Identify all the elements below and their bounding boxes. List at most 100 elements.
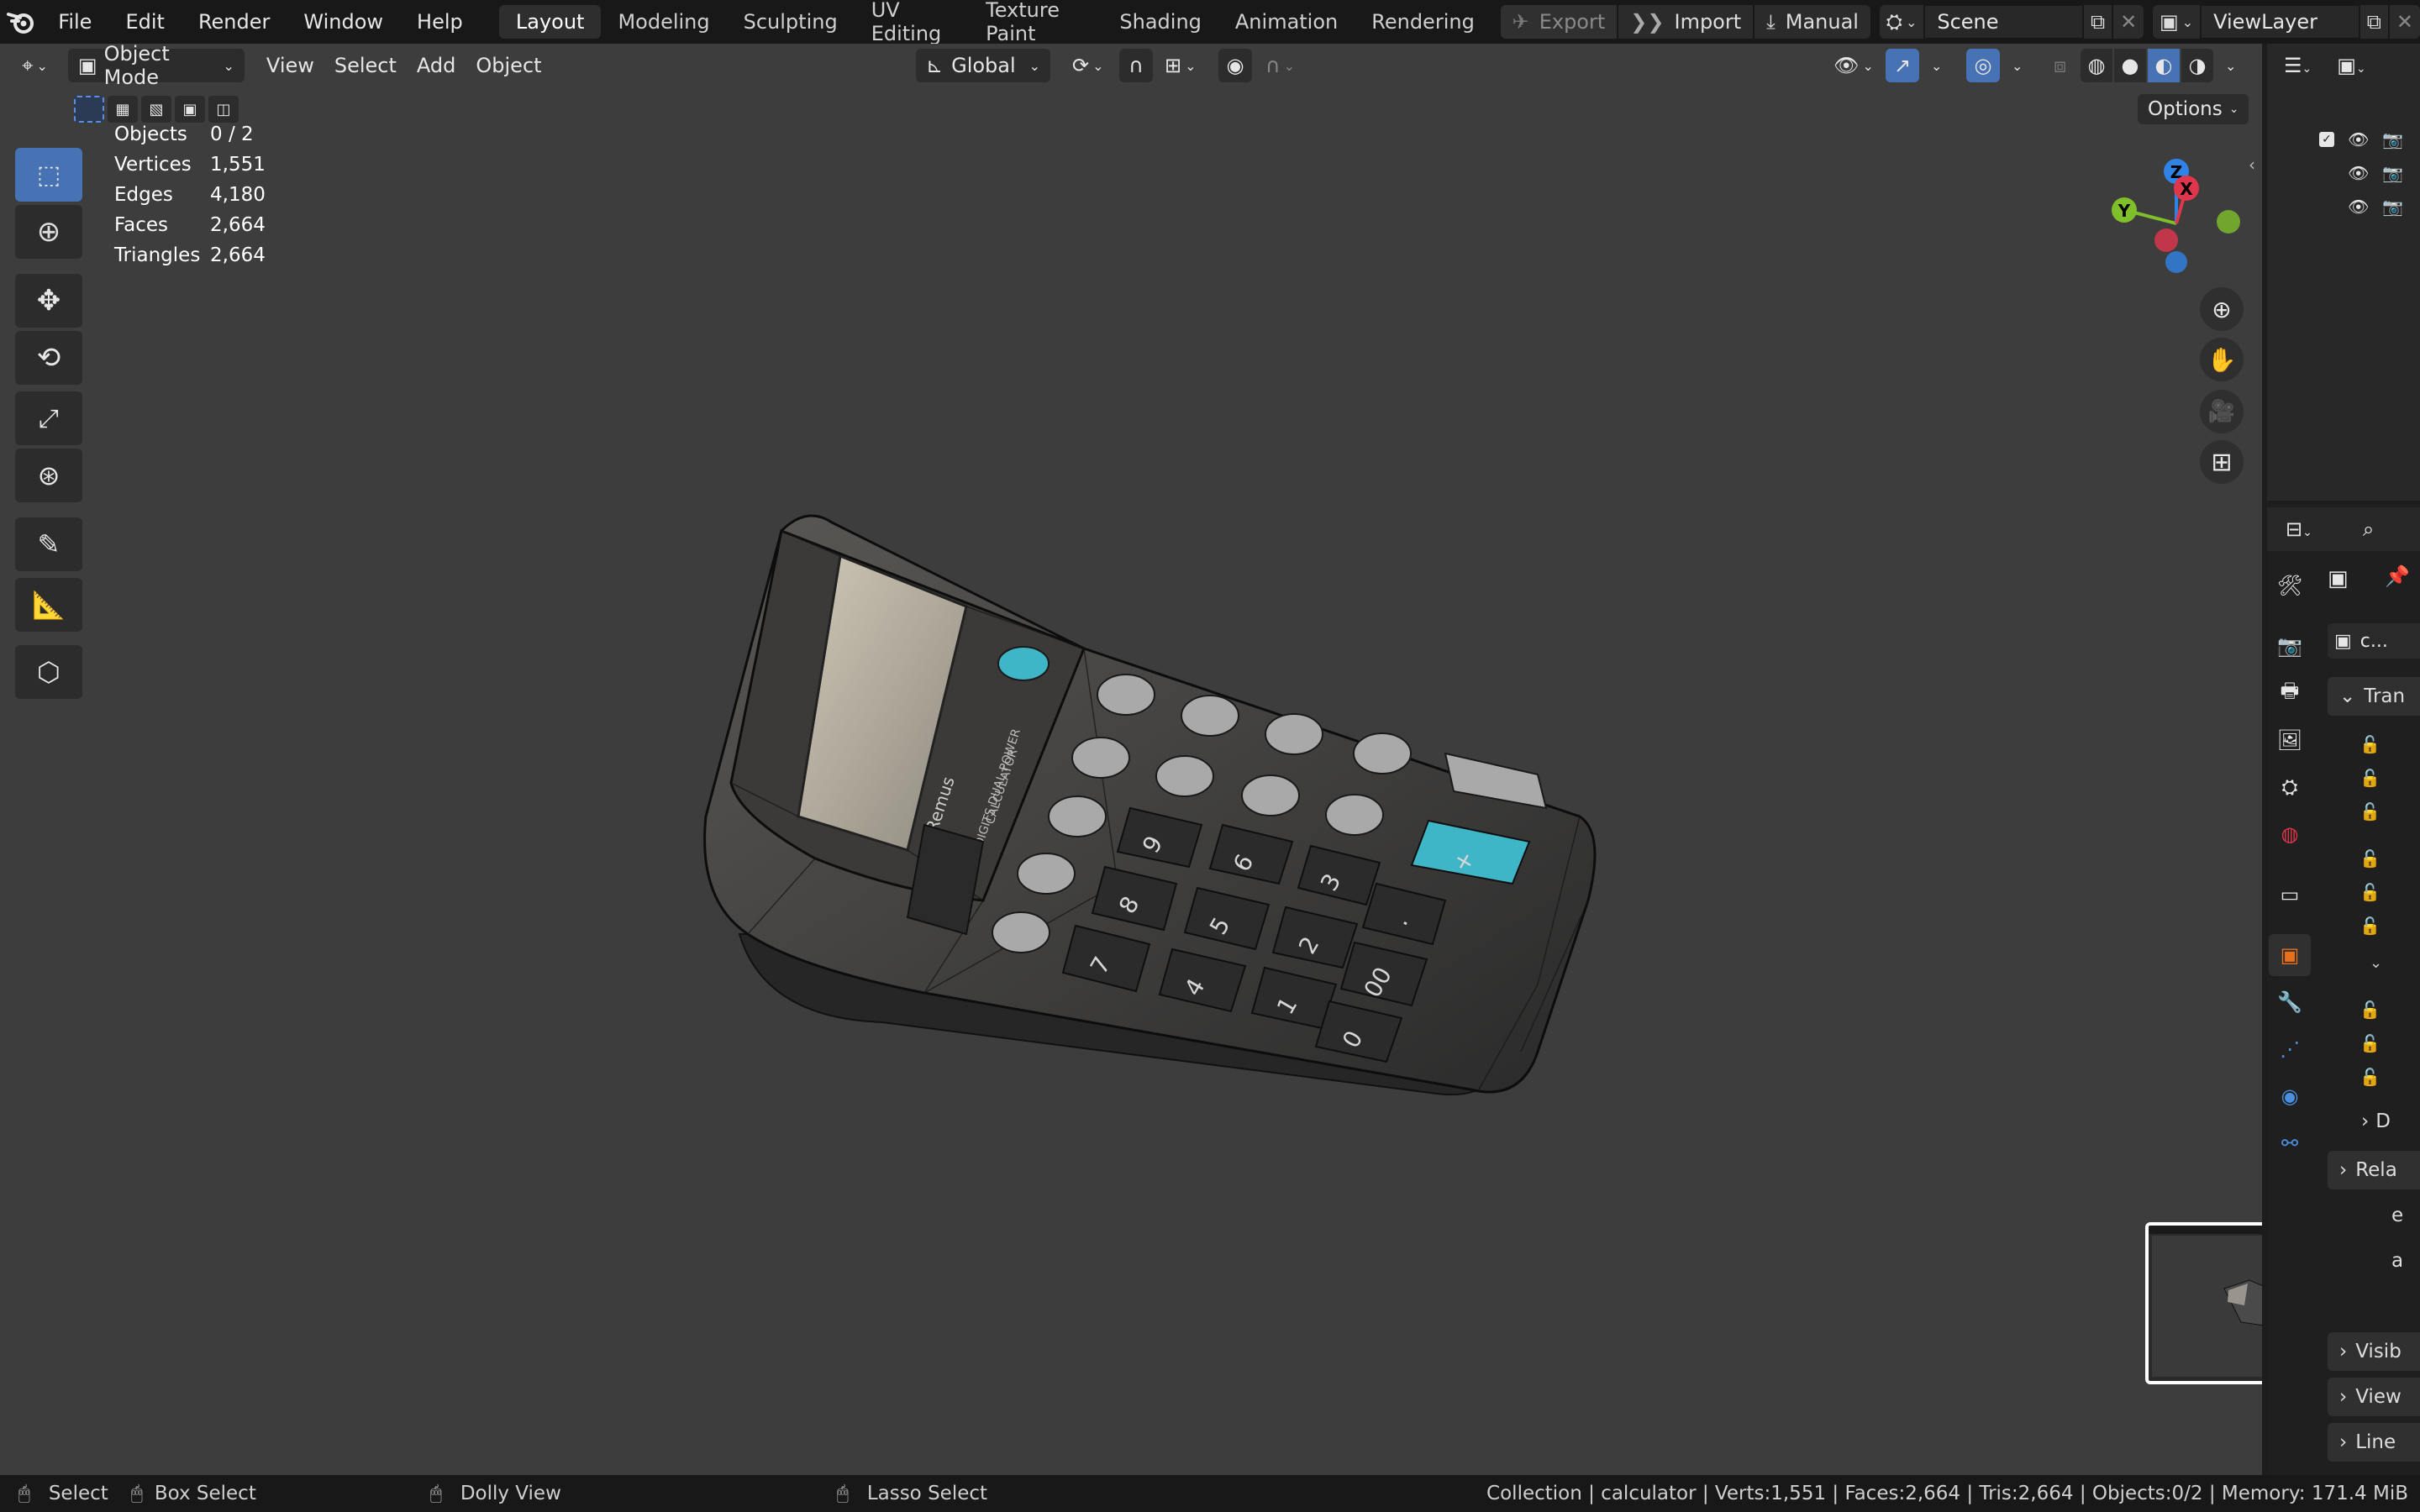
- pin-icon[interactable]: 📌: [2385, 564, 2410, 588]
- blender-logo-icon[interactable]: [0, 0, 41, 44]
- editor-type-button[interactable]: ⊟⌄: [2286, 517, 2312, 541]
- snap-toggle[interactable]: ∩: [1119, 49, 1153, 82]
- viewport-display-section-header[interactable]: › View: [2328, 1378, 2420, 1416]
- lock-icon[interactable]: 🔓: [2360, 801, 2381, 822]
- overlays-dropdown[interactable]: ⌄: [2002, 49, 2033, 82]
- tab-animation[interactable]: Animation: [1218, 5, 1355, 39]
- eye-icon[interactable]: 👁: [2348, 129, 2369, 150]
- lock-icon[interactable]: 🔓: [2360, 848, 2381, 869]
- tab-uv-editing[interactable]: UV Editing: [855, 0, 969, 45]
- tab-output[interactable]: 🖶: [2269, 672, 2311, 714]
- transform-section-header[interactable]: ⌄ Tran: [2328, 677, 2420, 716]
- mode-dropdown[interactable]: ▣ Object Mode ⌄: [67, 44, 245, 89]
- tab-sculpting[interactable]: Sculpting: [727, 5, 855, 39]
- camera-icon[interactable]: 📷: [2382, 197, 2403, 217]
- tab-world[interactable]: ◍: [2269, 813, 2311, 855]
- lock-icon[interactable]: 🔓: [2360, 1033, 2381, 1053]
- transform-tool[interactable]: ⊛: [15, 449, 82, 502]
- 3d-viewport[interactable]: ⌖ ⌄ ▣ Object Mode ⌄ View Select Add Objec…: [0, 44, 2262, 1475]
- manual-button[interactable]: ⤓ Manual: [1754, 5, 1870, 39]
- tab-physics[interactable]: ◉: [2269, 1075, 2311, 1117]
- mode-toggle[interactable]: ⌄: [2370, 954, 2382, 972]
- move-tool[interactable]: ✥: [15, 274, 82, 328]
- menu-add[interactable]: Add: [407, 49, 466, 82]
- tab-constraints[interactable]: ⚯: [2269, 1122, 2311, 1164]
- tab-layout[interactable]: Layout: [498, 5, 602, 39]
- neg-y-axis-handle[interactable]: [2217, 210, 2240, 234]
- tab-object[interactable]: ▣: [2269, 934, 2311, 976]
- zoom-button[interactable]: ⊕: [2200, 287, 2244, 331]
- gizmo-dropdown[interactable]: ⌄: [1921, 49, 1952, 82]
- visibility-dropdown[interactable]: 👁 ⌄: [1823, 49, 1884, 82]
- relations-section-header[interactable]: › Rela: [2328, 1151, 2420, 1189]
- delta-section-header[interactable]: › D: [2361, 1110, 2391, 1132]
- rotate-tool[interactable]: ⟲: [15, 331, 82, 385]
- viewlayer-name-field[interactable]: ViewLayer: [2202, 6, 2359, 38]
- viewlayer-selector-button[interactable]: ▣ ⌄: [2153, 5, 2201, 39]
- menu-file[interactable]: File: [41, 0, 108, 44]
- tab-modeling[interactable]: Modeling: [601, 5, 726, 39]
- tab-texture-paint[interactable]: Texture Paint: [969, 0, 1102, 45]
- tab-tool[interactable]: 🛠: [2269, 564, 2311, 606]
- lock-icon[interactable]: 🔓: [2360, 882, 2381, 902]
- menu-view[interactable]: View: [256, 49, 324, 82]
- eye-icon[interactable]: 👁: [2348, 163, 2369, 183]
- menu-help[interactable]: Help: [400, 0, 480, 44]
- object-name-field[interactable]: ▣ c...: [2328, 623, 2420, 659]
- shading-rendered-button[interactable]: ◑: [2181, 49, 2213, 82]
- navigation-gizmo[interactable]: Z Y X: [2101, 148, 2252, 274]
- calculator-model[interactable]: Remus 12 DIGITS DUAL POWER CALCULATOR 9 …: [647, 464, 1639, 1152]
- tab-render[interactable]: 📷: [2269, 625, 2311, 667]
- sidebar-toggle-arrow[interactable]: ‹: [2249, 155, 2255, 175]
- snap-target-button[interactable]: ⊞ ⌄: [1155, 49, 1207, 82]
- tab-particles[interactable]: ⋰: [2269, 1028, 2311, 1070]
- lock-icon[interactable]: 🔓: [2360, 916, 2381, 936]
- lock-icon[interactable]: 🔓: [2360, 1067, 2381, 1087]
- window-thumbnail-preview[interactable]: [2145, 1222, 2262, 1384]
- menu-select[interactable]: Select: [324, 49, 407, 82]
- outliner-display-mode-button[interactable]: ☰⌄: [2284, 54, 2312, 77]
- export-button[interactable]: ✈ Export: [1500, 5, 1618, 39]
- delete-viewlayer-button[interactable]: ✕: [2389, 5, 2420, 39]
- gizmo-toggle[interactable]: ↗: [1886, 49, 1919, 82]
- cursor-tool[interactable]: ⊕: [15, 205, 82, 259]
- shading-solid-button[interactable]: ●: [2114, 49, 2146, 82]
- proportional-edit-toggle[interactable]: ◉: [1218, 49, 1252, 82]
- lineart-section-header[interactable]: › Line: [2328, 1423, 2420, 1462]
- shading-wireframe-button[interactable]: ◍: [2081, 49, 2112, 82]
- shading-dropdown[interactable]: ⌄: [2215, 49, 2246, 82]
- visibility-section-header[interactable]: › Visib: [2328, 1332, 2420, 1371]
- menu-object[interactable]: Object: [466, 49, 551, 82]
- search-icon[interactable]: ⌕: [2363, 517, 2374, 541]
- overlays-toggle[interactable]: ◎: [1966, 49, 2000, 82]
- menu-edit[interactable]: Edit: [108, 0, 181, 44]
- pan-button[interactable]: ✋: [2200, 338, 2244, 381]
- xray-toggle[interactable]: ⧈: [2044, 49, 2076, 82]
- tab-modifiers[interactable]: 🔧: [2269, 981, 2311, 1023]
- neg-x-axis-handle[interactable]: [2154, 228, 2178, 252]
- select-new-button[interactable]: [74, 96, 104, 123]
- add-cube-tool[interactable]: ⬡: [15, 645, 82, 699]
- measure-tool[interactable]: 📐: [15, 578, 82, 632]
- falloff-button[interactable]: ∩ ⌄: [1255, 49, 1305, 82]
- new-viewlayer-button[interactable]: ⧉: [2360, 5, 2388, 39]
- tab-collection[interactable]: ▭: [2269, 874, 2311, 916]
- camera-icon[interactable]: 📷: [2382, 163, 2403, 183]
- annotate-tool[interactable]: ✎: [15, 517, 82, 571]
- lock-icon[interactable]: 🔓: [2360, 1000, 2381, 1020]
- menu-render[interactable]: Render: [182, 0, 287, 44]
- neg-z-axis-handle[interactable]: [2165, 251, 2187, 273]
- lock-icon[interactable]: 🔓: [2360, 768, 2381, 788]
- options-button[interactable]: Options ⌄: [2138, 94, 2249, 124]
- camera-view-button[interactable]: 🎥: [2200, 390, 2244, 433]
- ortho-toggle-button[interactable]: ⊞: [2200, 440, 2244, 484]
- tab-rendering[interactable]: Rendering: [1355, 5, 1491, 39]
- new-scene-button[interactable]: ⧉: [2084, 5, 2112, 39]
- import-button[interactable]: ❯❯ Import: [1618, 5, 1754, 39]
- scene-selector-button[interactable]: ⛭ ⌄: [1879, 5, 1924, 39]
- select-box-tool[interactable]: ⬚: [15, 148, 82, 202]
- editor-type-button[interactable]: ⌖ ⌄: [12, 49, 58, 82]
- tab-view-layer[interactable]: 🖼: [2269, 719, 2311, 761]
- delete-scene-button[interactable]: ✕: [2113, 5, 2144, 39]
- outliner-row[interactable]: 👁 📷: [2267, 158, 2420, 188]
